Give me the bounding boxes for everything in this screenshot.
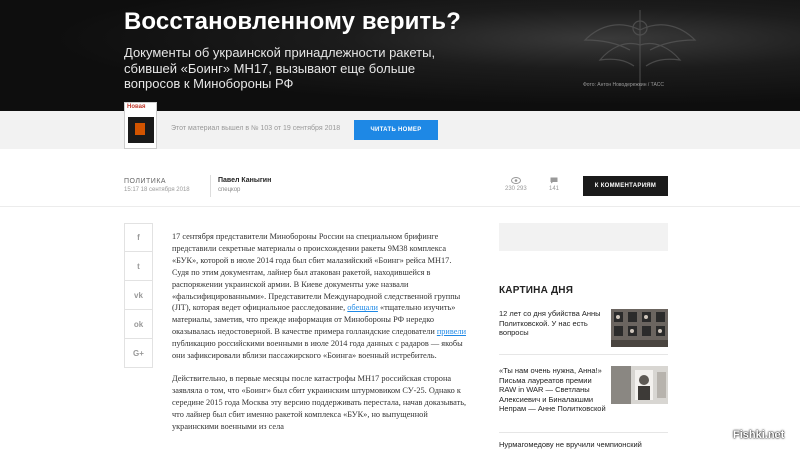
news-thumbnail xyxy=(611,366,668,404)
cover-logo: Новая xyxy=(127,104,146,110)
watermark: Fishki.net xyxy=(733,429,785,441)
cover-accent xyxy=(135,123,145,135)
author-role: спецкор xyxy=(218,187,241,193)
photo-credit: Фото: Антон Новодережкин / ТАСС xyxy=(583,82,664,88)
share-twitter-button[interactable]: t xyxy=(124,252,153,281)
share-buttons: f t vk ok G+ xyxy=(124,223,153,368)
comments-count: 141 xyxy=(549,186,560,192)
sidebar-news-title[interactable]: 12 лет со дня убийства Анны Политковской… xyxy=(499,309,607,338)
read-issue-button[interactable]: ЧИТАТЬ НОМЕР xyxy=(354,120,438,140)
share-facebook-button[interactable]: f xyxy=(124,223,153,252)
share-vk-button[interactable]: vk xyxy=(124,281,153,310)
article-link[interactable]: обещали xyxy=(347,303,378,312)
article-hero: Восстановленному верить? Документы об ук… xyxy=(0,0,800,111)
twitter-icon: t xyxy=(137,261,140,271)
comment-icon xyxy=(550,177,558,184)
article-body: 17 сентября представители Минобороны Рос… xyxy=(172,231,470,444)
article-subtitle: Документы об украинской принадлежности р… xyxy=(124,45,436,91)
share-googleplus-button[interactable]: G+ xyxy=(124,339,153,368)
eye-icon xyxy=(511,177,521,184)
to-comments-button[interactable]: К КОММЕНТАРИЯМ xyxy=(583,176,668,196)
rubric-link[interactable]: ПОЛИТИКА xyxy=(124,178,166,185)
article-paragraph: 17 сентября представители Минобороны Рос… xyxy=(172,232,467,361)
facebook-icon: f xyxy=(137,233,140,242)
sidebar-news-title[interactable]: «Ты нам очень нужна, Анна!» Письма лауре… xyxy=(499,366,607,414)
sidebar-divider xyxy=(499,432,668,433)
odnoklassniki-icon: ok xyxy=(133,319,144,329)
share-odnoklassniki-button[interactable]: ok xyxy=(124,310,153,339)
publish-date: 15:17 18 сентября 2018 xyxy=(124,187,190,193)
article-link[interactable]: привели xyxy=(437,327,466,336)
sidebar-news-title[interactable]: Нурмагомедову не вручили чемпионский xyxy=(499,440,668,449)
article-paragraph: Действительно, в первые месяцы после кат… xyxy=(172,373,467,431)
issue-info: Этот материал вышел в № 103 от 19 сентяб… xyxy=(171,125,341,132)
issue-cover-thumbnail[interactable]: Новая xyxy=(124,102,157,149)
vk-icon: vk xyxy=(134,290,143,300)
author-name[interactable]: Павел Каныгин xyxy=(218,177,271,184)
issue-bar: Новая Этот материал вышел в № 103 от 19 … xyxy=(0,102,800,149)
sidebar-divider xyxy=(499,354,668,355)
article-meta: ПОЛИТИКА 15:17 18 сентября 2018 Павел Ка… xyxy=(0,166,800,206)
news-thumbnail xyxy=(611,309,668,347)
meta-divider xyxy=(210,175,211,197)
views-count: 230 293 xyxy=(505,186,527,192)
meta-divider-line xyxy=(0,206,800,207)
googleplus-icon: G+ xyxy=(133,348,144,358)
ad-banner[interactable] xyxy=(499,223,668,251)
article-title: Восстановленному верить? xyxy=(124,8,461,35)
sidebar-section-title: КАРТИНА ДНЯ xyxy=(499,285,574,296)
